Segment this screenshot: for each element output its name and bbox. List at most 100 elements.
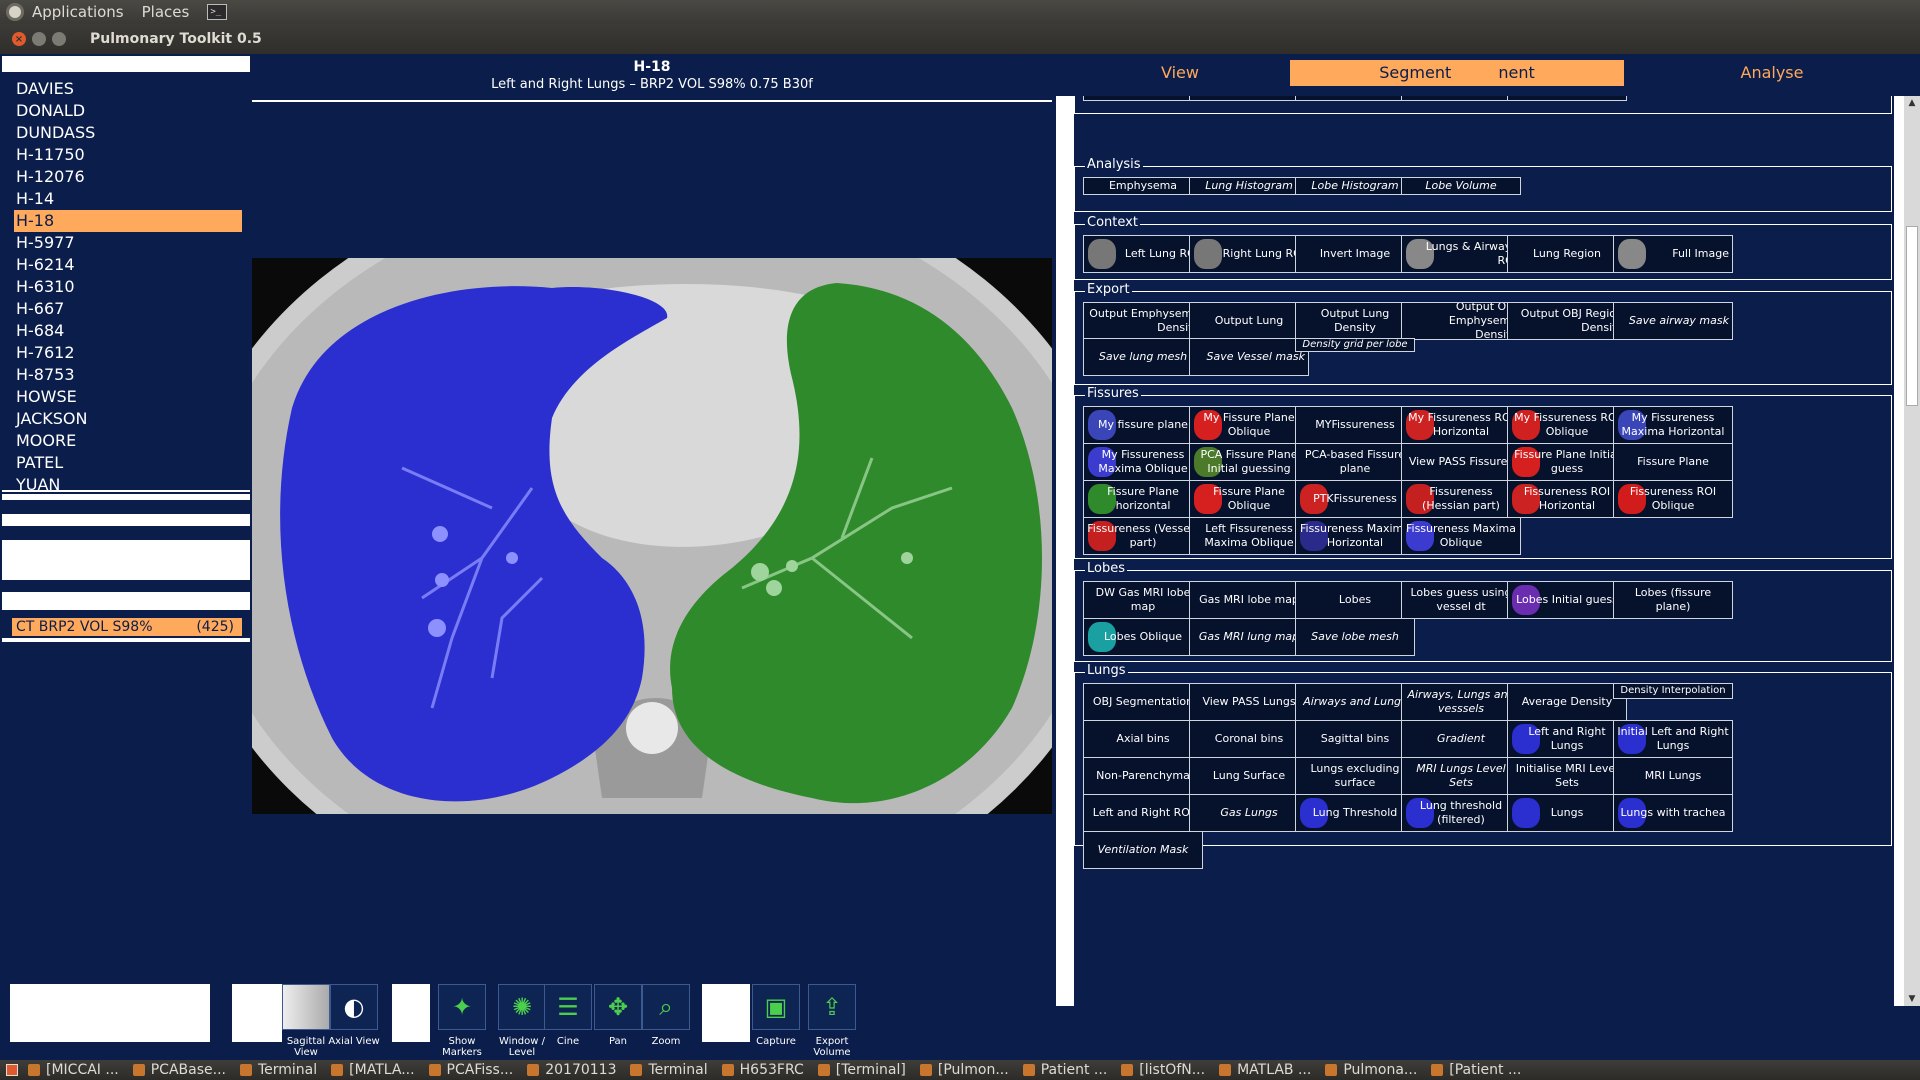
plugin-button[interactable]: MRI Lungs Level Sets: [1401, 757, 1521, 795]
plugin-button[interactable]: Initialise MRI Level Sets: [1507, 757, 1627, 795]
axial-view-icon[interactable]: ◐: [330, 984, 378, 1030]
plugin-button[interactable]: Save airway mask: [1613, 302, 1733, 340]
scrollbar-thumb[interactable]: [1906, 226, 1918, 406]
plugin-button[interactable]: Output OBJ Emphysema Density: [1401, 302, 1521, 340]
plugin-button[interactable]: Left Fissureness Maxima Oblique: [1189, 517, 1309, 555]
plugin-button[interactable]: PCA-based Fissure plane: [1295, 443, 1415, 481]
plugin-button[interactable]: Lobe Volume: [1401, 177, 1521, 195]
plugin-button[interactable]: Airways and Lungs: [1295, 683, 1415, 721]
patient-item[interactable]: PATEL: [2, 452, 250, 474]
plugin-button[interactable]: Lung Region: [1507, 235, 1627, 273]
patient-item[interactable]: YUAN: [2, 474, 250, 496]
plugin-button[interactable]: Output Lung Density: [1295, 302, 1415, 340]
plugin-button[interactable]: Gas Airways: [1401, 96, 1521, 101]
taskbar-window-button[interactable]: PCABase...: [132, 1062, 226, 1078]
tab-segment[interactable]: Segment nent: [1290, 60, 1624, 86]
plugin-button[interactable]: Lungs with trachea: [1613, 794, 1733, 832]
show-desktop-icon[interactable]: [6, 1064, 18, 1076]
plugin-button[interactable]: Initial Left and Right Lungs: [1613, 720, 1733, 758]
plugin-button[interactable]: Axial bins: [1083, 720, 1203, 758]
plugin-button[interactable]: Trachea: [1507, 96, 1627, 101]
plugin-button[interactable]: mesh: [1189, 96, 1309, 101]
show-markers-icon[interactable]: ✦: [438, 984, 486, 1030]
plugin-button[interactable]: Right Lung ROI: [1189, 235, 1309, 273]
plugin-button[interactable]: Lung Threshold: [1295, 794, 1415, 832]
patient-item[interactable]: H-667: [2, 298, 250, 320]
plugin-button[interactable]: Lobe Histogram: [1295, 177, 1415, 195]
zoom-icon[interactable]: ⌕: [642, 984, 690, 1030]
plugin-button[interactable]: Average Density: [1507, 683, 1627, 721]
taskbar-window-button[interactable]: [Terminal]: [817, 1062, 906, 1078]
patient-item[interactable]: H-12076: [2, 166, 250, 188]
taskbar-window-button[interactable]: Patient ...: [1022, 1062, 1107, 1078]
patient-item[interactable]: H-684: [2, 320, 250, 342]
plugin-button[interactable]: Save lobe mesh: [1295, 618, 1415, 656]
plugin-panel-scrollbar[interactable]: ▲ ▼: [1904, 96, 1920, 1006]
plugin-button[interactable]: OBJ Segmentation: [1083, 683, 1203, 721]
taskbar-window-button[interactable]: [listOfN...: [1121, 1062, 1205, 1078]
scroll-down-icon[interactable]: ▼: [1906, 994, 1918, 1004]
taskbar-window-button[interactable]: PCAFiss...: [428, 1062, 513, 1078]
plugin-button[interactable]: Lung threshold (filtered): [1401, 794, 1521, 832]
taskbar-window-button[interactable]: Terminal: [630, 1062, 708, 1078]
plugin-button[interactable]: Airways, Lungs and vesssels: [1401, 683, 1521, 721]
plugin-button[interactable]: Non-Parenchyma: [1083, 757, 1203, 795]
window-close-button[interactable]: ×: [12, 32, 26, 46]
plugin-button[interactable]: Coronal bins: [1189, 720, 1309, 758]
pan-icon[interactable]: ✥: [594, 984, 642, 1030]
plugin-button[interactable]: My Fissureness Maxima Horizontal: [1613, 406, 1733, 444]
tab-view[interactable]: View: [1060, 60, 1300, 86]
gnome-foot-icon[interactable]: [6, 3, 24, 21]
patient-item[interactable]: H-7612: [2, 342, 250, 364]
plugin-button[interactable]: Lungs & Airways ROI: [1401, 235, 1521, 273]
sagittal-view-icon[interactable]: [282, 984, 330, 1030]
plugin-button[interactable]: Ventilation Mask: [1083, 831, 1203, 869]
plugin-button[interactable]: centreline: [1083, 96, 1203, 101]
plugin-button[interactable]: Invert Image: [1295, 235, 1415, 273]
plugin-button[interactable]: Fissure Plane: [1613, 443, 1733, 481]
plugin-button[interactable]: Fissure Plane Oblique: [1189, 480, 1309, 518]
scroll-up-icon[interactable]: ▲: [1906, 98, 1918, 108]
plugin-button[interactable]: Gas MRI lobe map: [1189, 581, 1309, 619]
taskbar-window-button[interactable]: [Pulmon...: [919, 1062, 1009, 1078]
places-menu[interactable]: Places: [142, 3, 190, 21]
patient-item[interactable]: HOWSE: [2, 386, 250, 408]
plugin-button[interactable]: PCA Fissure Plane Initial guessing: [1189, 443, 1309, 481]
plugin-button[interactable]: Fissure Plane horizontal: [1083, 480, 1203, 518]
plugin-button[interactable]: Left and Right ROI: [1083, 794, 1203, 832]
tab-analyse[interactable]: Analyse: [1624, 60, 1920, 86]
plugin-button[interactable]: Fissureness ROI Horizontal: [1507, 480, 1627, 518]
applications-menu[interactable]: Applications: [32, 3, 124, 21]
plugin-button[interactable]: Output OBJ Region Density: [1507, 302, 1627, 340]
patient-item[interactable]: H-8753: [2, 364, 250, 386]
plugin-button[interactable]: My Fissureness ROI Oblique: [1507, 406, 1627, 444]
plugin-button[interactable]: My Fissure Plane Oblique: [1189, 406, 1309, 444]
taskbar-window-button[interactable]: MATLAB ...: [1219, 1062, 1311, 1078]
patient-item[interactable]: DONALD: [2, 100, 250, 122]
plugin-button[interactable]: Lung Histogram: [1189, 177, 1309, 195]
plugin-button[interactable]: Output Emphysema Density: [1083, 302, 1203, 340]
plugin-button[interactable]: Lungs: [1507, 794, 1627, 832]
export-volume-icon[interactable]: ⇪: [808, 984, 856, 1030]
plugin-button[interactable]: Fissureness Maxima Oblique: [1401, 517, 1521, 555]
plugin-button[interactable]: Lungs excluding surface: [1295, 757, 1415, 795]
plugin-button[interactable]: My fissure plane: [1083, 406, 1203, 444]
taskbar-window-button[interactable]: H653FRC: [721, 1062, 804, 1078]
plugin-button[interactable]: Fissureness ROI Oblique: [1613, 480, 1733, 518]
plugin-button[interactable]: Lobes Initial guess: [1507, 581, 1627, 619]
patient-item[interactable]: JACKSON: [2, 408, 250, 430]
plugin-button[interactable]: My Fissureness ROI Horizontal: [1401, 406, 1521, 444]
patient-item[interactable]: H-11750: [2, 144, 250, 166]
patient-item[interactable]: H-6214: [2, 254, 250, 276]
plugin-button[interactable]: Save lung mesh: [1083, 338, 1203, 376]
plugin-button[interactable]: Density Interpolation: [1613, 683, 1733, 699]
plugin-button[interactable]: MYFissureness: [1295, 406, 1415, 444]
cine-icon[interactable]: ☰: [544, 984, 592, 1030]
plugin-button[interactable]: Gradient: [1401, 720, 1521, 758]
terminal-launcher-icon[interactable]: >_: [207, 4, 228, 20]
window-minimize-button[interactable]: [32, 32, 46, 46]
series-row[interactable]: CT BRP2 VOL S98% (425): [2, 618, 250, 636]
taskbar-window-button[interactable]: Pulmona...: [1325, 1062, 1417, 1078]
taskbar-window-button[interactable]: 20170113: [527, 1062, 616, 1078]
plugin-button[interactable]: Lobes: [1295, 581, 1415, 619]
